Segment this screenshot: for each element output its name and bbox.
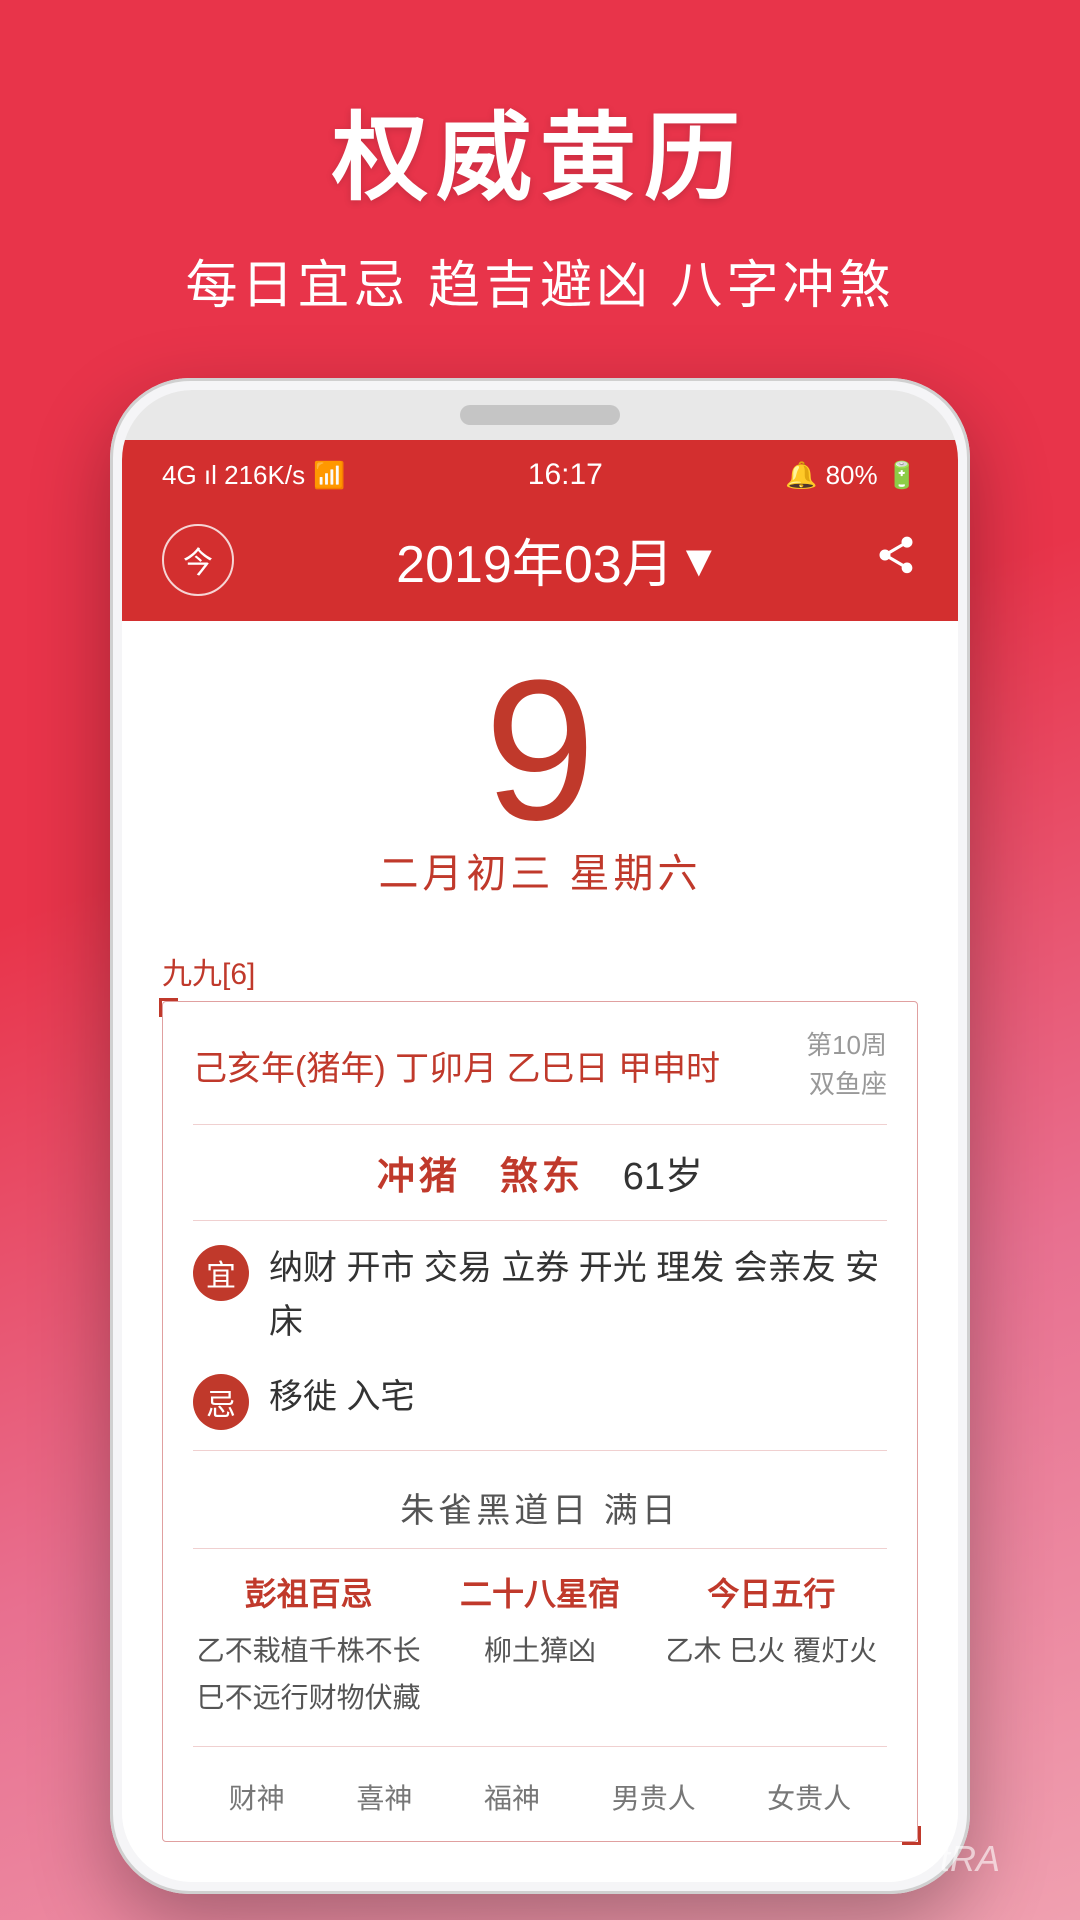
col1-title: 彭祖百忌 [193, 1569, 424, 1615]
month-label: 2019年03月 [396, 522, 674, 597]
zodiac: 双鱼座 [806, 1065, 887, 1104]
col-pengzu: 彭祖百忌 乙不栽植千株不长 巳不远行财物伏藏 [193, 1569, 424, 1722]
col3-content: 乙木 巳火 覆灯火 [656, 1627, 887, 1675]
deities-row: 财神 喜神 福神 男贵人 女贵人 [193, 1767, 887, 1817]
phone-mockup: 4G ıl 216K/s 📶 16:17 🔔 80% 🔋 今 2019年03月 … [110, 378, 970, 1894]
speaker [460, 405, 620, 425]
info-section: 九九[6] 己亥年(猪年) 丁卯月 乙巳日 甲申时 第10周 双鱼座 冲猪 [162, 949, 918, 1842]
deity-1: 财神 [229, 1777, 285, 1817]
zhaque-text: 朱雀黑道日 满日 [400, 1492, 679, 1530]
phone-notch [122, 390, 958, 440]
lunar-date: 二月初三 星期六 [378, 841, 701, 899]
week-num: 第10周 [806, 1026, 887, 1065]
watermark-text: tRA [940, 1838, 1000, 1879]
top-section: 权威黄历 每日宜忌 趋吉避凶 八字冲煞 [0, 0, 1080, 378]
age-text: 61岁 [623, 1156, 703, 1198]
ji-label: 忌 [206, 1380, 236, 1424]
day-number: 9 [484, 651, 595, 851]
deity-5: 女贵人 [767, 1777, 851, 1817]
col-wuxing: 今日五行 乙木 巳火 覆灯火 [656, 1569, 887, 1722]
ganzhi-row: 己亥年(猪年) 丁卯月 乙巳日 甲申时 第10周 双鱼座 [193, 1026, 887, 1125]
yi-content: 纳财 开市 交易 立券 开光 理发 会亲友 安床 [269, 1241, 887, 1350]
share-button[interactable] [874, 533, 918, 587]
ji-row: 忌 移徙 入宅 [193, 1370, 887, 1430]
wifi-icon: 📶 [313, 460, 345, 491]
bottom-area: tRA [940, 1838, 1000, 1880]
yi-row: 宜 纳财 开市 交易 立券 开光 理发 会亲友 安床 [193, 1241, 887, 1350]
today-button[interactable]: 今 [162, 524, 234, 596]
info-box: 己亥年(猪年) 丁卯月 乙巳日 甲申时 第10周 双鱼座 冲猪 煞东 61岁 [162, 1001, 918, 1842]
deity-4: 男贵人 [612, 1777, 696, 1817]
signal-indicator: 4G ıl 216K/s [162, 460, 305, 491]
yi-label: 宜 [206, 1251, 236, 1295]
date-display: 9 二月初三 星期六 [162, 621, 918, 919]
phone-inner: 4G ıl 216K/s 📶 16:17 🔔 80% 🔋 今 2019年03月 … [122, 390, 958, 1882]
deity-3: 福神 [484, 1777, 540, 1817]
yi-badge: 宜 [193, 1245, 249, 1301]
alarm-icon: 🔔 [785, 460, 817, 491]
col2-content: 柳土獐凶 [424, 1627, 655, 1675]
deity-2: 喜神 [356, 1777, 412, 1817]
status-right: 🔔 80% 🔋 [785, 460, 918, 491]
content-area: 9 二月初三 星期六 九九[6] 己亥年(猪年) 丁卯月 乙巳日 甲申时 第10… [122, 621, 958, 1882]
status-left: 4G ıl 216K/s 📶 [162, 460, 345, 491]
jiu-jiu-label: 九九[6] [162, 949, 918, 993]
col2-title: 二十八星宿 [424, 1569, 655, 1615]
battery-text: 80% [826, 460, 878, 491]
battery-icon: 🔋 [886, 460, 918, 491]
col3-title: 今日五行 [656, 1569, 887, 1615]
col1-line2: 巳不远行财物伏藏 [193, 1674, 424, 1722]
chong-row: 冲猪 煞东 61岁 [193, 1145, 887, 1221]
sub-title: 每日宜忌 趋吉避凶 八字冲煞 [186, 243, 895, 318]
status-bar: 4G ıl 216K/s 📶 16:17 🔔 80% 🔋 [122, 440, 958, 502]
chong-text: 冲猪 [377, 1156, 461, 1198]
nav-bar: 今 2019年03月 ▾ [122, 502, 958, 621]
ji-content: 移徙 入宅 [269, 1370, 887, 1424]
week-zodiac: 第10周 双鱼座 [806, 1026, 887, 1104]
today-label: 今 [183, 538, 213, 582]
dropdown-icon: ▾ [686, 530, 712, 590]
col-xingxiu: 二十八星宿 柳土獐凶 [424, 1569, 655, 1722]
col1-line1: 乙不栽植千株不长 [193, 1627, 424, 1675]
status-time: 16:17 [528, 458, 603, 492]
ji-badge: 忌 [193, 1374, 249, 1430]
sha-text: 煞东 [500, 1156, 584, 1198]
three-col: 彭祖百忌 乙不栽植千株不长 巳不远行财物伏藏 二十八星宿 柳土獐凶 今日五行 乙… [193, 1569, 887, 1747]
main-title: 权威黄历 [332, 80, 748, 219]
month-selector[interactable]: 2019年03月 ▾ [396, 522, 712, 597]
zhaque-row: 朱雀黑道日 满日 [193, 1467, 887, 1549]
ganzhi-text: 己亥年(猪年) 丁卯月 乙巳日 甲申时 [193, 1041, 720, 1090]
divider-1 [193, 1450, 887, 1451]
